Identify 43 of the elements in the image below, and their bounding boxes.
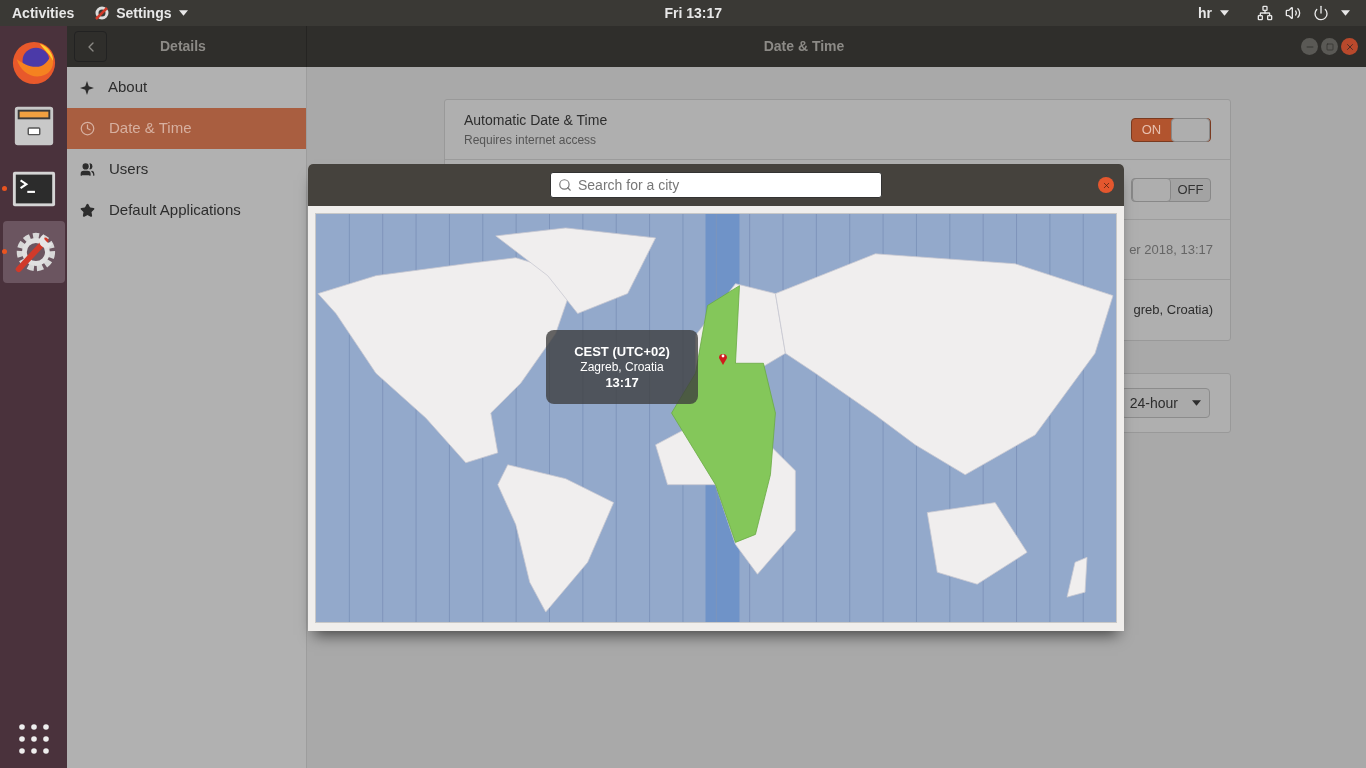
caret-icon — [1341, 10, 1350, 16]
keyboard-layout-menu[interactable]: hr — [1198, 2, 1229, 24]
sidebar-item[interactable]: Users — [67, 149, 306, 190]
search-field[interactable]: Search for a city — [550, 172, 882, 198]
close-icon — [1344, 41, 1355, 52]
row-value: greb, Croatia) — [1133, 301, 1213, 320]
caret-icon — [1192, 400, 1201, 406]
users-icon — [80, 162, 95, 177]
sparkle-icon — [80, 80, 94, 95]
star-icon — [80, 203, 95, 218]
close-button[interactable] — [1341, 38, 1358, 55]
toggle-switch[interactable]: OFF — [1131, 177, 1211, 202]
maximize-icon — [1325, 42, 1334, 51]
toggle-knob — [1132, 177, 1171, 202]
clock-text[interactable]: Fri 13:17 — [664, 2, 723, 24]
time-text: 13:17 — [605, 374, 639, 391]
browser-icon[interactable] — [10, 40, 57, 86]
settings-row[interactable]: Automatic Date & Time Requires internet access ON — [445, 100, 1230, 160]
caret-icon — [1220, 10, 1229, 16]
volume-icon[interactable] — [1285, 5, 1301, 21]
row-subtitle: Requires internet access — [464, 132, 598, 149]
app-menu[interactable]: Settings — [94, 2, 189, 24]
row-title: Automatic Date & Time — [464, 111, 609, 130]
toggle-label: OFF — [1176, 180, 1205, 199]
search-icon — [558, 178, 572, 192]
caret-icon — [179, 10, 189, 16]
toggle-knob — [1171, 117, 1210, 142]
sidebar-item[interactable]: Default Applications — [67, 190, 306, 231]
clock-icon — [80, 121, 95, 136]
network-icon[interactable] — [1257, 5, 1273, 21]
row-value: er 2018, 13:17 — [1129, 240, 1213, 259]
city-name: Zagreb, Croatia — [580, 359, 664, 375]
close-icon — [1101, 180, 1111, 190]
app-grid-icon[interactable] — [18, 724, 49, 754]
toggle-label: ON — [1140, 120, 1163, 139]
sidebar-title: Details — [160, 37, 206, 56]
window-title: Date & Time — [763, 37, 845, 56]
activities-button[interactable]: Activities — [12, 2, 75, 24]
power-icon[interactable] — [1313, 5, 1329, 21]
location-pin-icon — [718, 351, 728, 365]
close-button[interactable] — [1098, 177, 1114, 193]
sidebar-item[interactable]: About — [67, 67, 306, 108]
timezone-name: CEST (UTC+02) — [574, 343, 670, 360]
